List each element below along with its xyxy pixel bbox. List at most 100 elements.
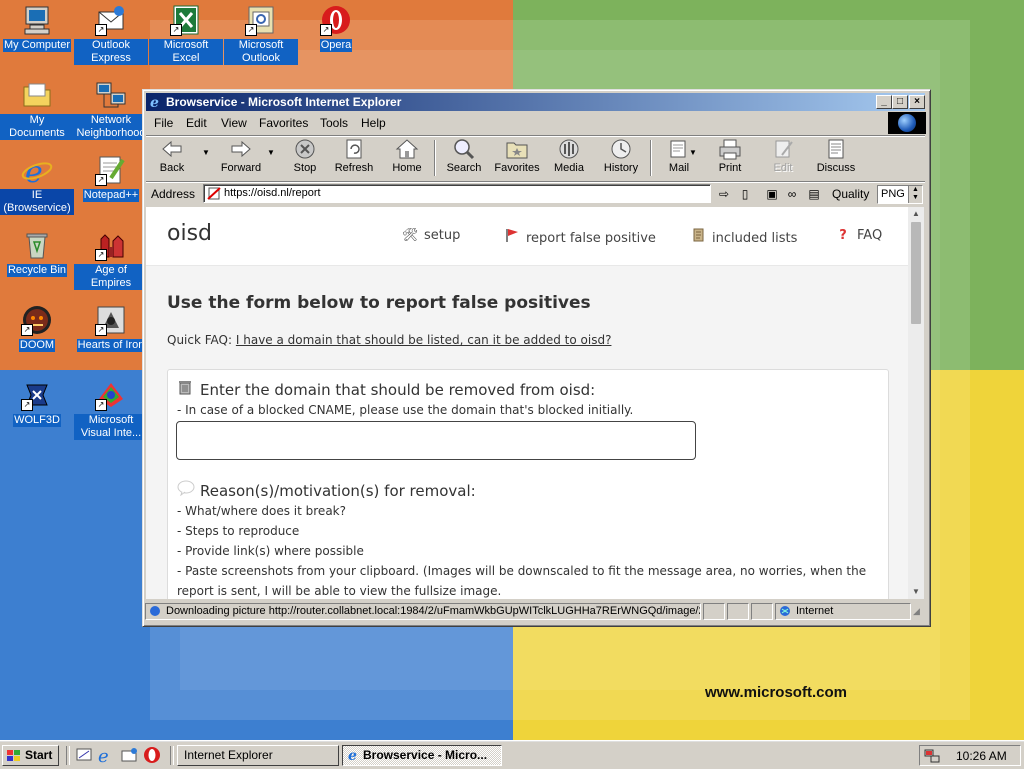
site-header: oisd 🛠 setup report false positive includ… [146, 207, 908, 266]
show-desktop-icon[interactable] [75, 746, 93, 764]
shortcut-arrow-icon: ↗ [170, 24, 182, 36]
resize-grip-icon[interactable]: ◢ [913, 606, 920, 617]
desktop-icon-notepad-plus-plus[interactable]: ↗ Notepad++ [74, 154, 148, 202]
shortcut-arrow-icon: ↗ [95, 324, 107, 336]
desktop-icon-label: Outlook Express [74, 39, 148, 65]
home-button[interactable]: Home [390, 138, 424, 178]
scroll-up-icon[interactable]: ▲ [908, 207, 924, 221]
minimize-button[interactable]: _ [876, 95, 892, 109]
desktop-icon-age-of-empires[interactable]: ↗ Age of Empires [74, 229, 148, 290]
folder-icon [21, 79, 53, 111]
svg-text:e: e [98, 746, 109, 764]
security-zone-cell: Internet [775, 603, 911, 620]
opera-quicklaunch-icon[interactable] [143, 746, 161, 764]
nav-report-false-positive[interactable]: report false positive [504, 228, 656, 246]
clock[interactable]: 10:26 AM [956, 749, 1007, 763]
desktop-icon-label: IE (Browservice) [0, 189, 74, 215]
desktop-icon-label: DOOM [18, 339, 56, 352]
quality-select[interactable]: PNG ▲ ▼ [877, 185, 923, 204]
outlook-icon: ↗ [245, 4, 277, 36]
taskbar-button-browservice[interactable]: e Browservice - Micro... [342, 745, 502, 766]
mail-button[interactable]: Mail [662, 138, 696, 178]
print-button[interactable]: Print [714, 138, 746, 178]
desktop-icon-ie-browservice[interactable]: e IE (Browservice) [0, 154, 74, 215]
go-arrow-icon[interactable]: ⇨ [716, 186, 732, 202]
maximize-button[interactable]: □ [892, 95, 908, 109]
search-button[interactable]: Search [444, 138, 484, 178]
site-logo[interactable]: oisd [167, 221, 212, 246]
visual-interdev-icon: ↗ [95, 379, 127, 411]
scroll-down-icon[interactable]: ▼ [908, 585, 924, 599]
window-title: Browservice - Microsoft Internet Explore… [166, 95, 402, 109]
desktop-icon-visual-interdev[interactable]: ↗ Microsoft Visual Inte... [74, 379, 148, 440]
toolbar-separator [650, 140, 652, 176]
window-titlebar[interactable]: e Browservice - Microsoft Internet Explo… [146, 93, 925, 111]
favorites-button[interactable]: Favorites [491, 138, 543, 178]
quality-value: PNG [881, 188, 905, 200]
start-button[interactable]: Start [2, 745, 59, 766]
desktop-icon-hearts-of-iron[interactable]: ↗ Hearts of Iron [74, 304, 148, 352]
desktop-icon-outlook[interactable]: ↗ Microsoft Outlook [224, 4, 298, 65]
desktop-icon-doom[interactable]: ↗ DOOM [0, 304, 74, 352]
domain-input[interactable] [176, 421, 696, 460]
status-cell [703, 603, 725, 620]
question-icon: ? [839, 228, 847, 243]
scroll-thumb[interactable] [911, 222, 921, 324]
edit-button[interactable]: Edit [766, 138, 800, 178]
find-binoculars-icon[interactable]: ∞ [784, 186, 800, 202]
page-viewport: oisd 🛠 setup report false positive includ… [146, 207, 908, 599]
nav-faq[interactable]: ? FAQ [835, 228, 882, 243]
menu-favorites[interactable]: Favorites [259, 116, 308, 130]
recycle-bin-icon [21, 229, 53, 261]
discuss-button[interactable]: Discuss [814, 138, 858, 178]
outlook-express-quicklaunch-icon[interactable] [120, 746, 138, 764]
mail-dropdown-icon[interactable]: ▼ [689, 148, 697, 157]
back-dropdown-icon[interactable]: ▼ [202, 148, 210, 157]
shortcut-arrow-icon: ↗ [95, 24, 107, 36]
broken-page-icon [207, 187, 221, 200]
menu-help[interactable]: Help [361, 116, 386, 130]
media-button[interactable]: Media [550, 138, 588, 178]
nav-included-lists[interactable]: included lists [690, 228, 797, 246]
shortcut-arrow-icon: ↗ [95, 399, 107, 411]
ie-quicklaunch-icon[interactable]: e [97, 746, 115, 767]
stop-icon [290, 138, 320, 160]
menu-edit[interactable]: Edit [186, 116, 207, 130]
address-input[interactable]: https://oisd.nl/report [203, 184, 711, 203]
desktop-icon-label: Microsoft Visual Inte... [74, 414, 148, 440]
forward-button[interactable]: Forward [216, 138, 266, 178]
windows-logo-icon [7, 749, 21, 761]
menu-file[interactable]: File [154, 116, 173, 130]
home-icon [392, 138, 422, 160]
quick-faq-link[interactable]: I have a domain that should be listed, c… [236, 333, 612, 347]
menu-tools[interactable]: Tools [320, 116, 348, 130]
desktop-icon-my-documents[interactable]: My Documents [0, 79, 74, 140]
menu-view[interactable]: View [221, 116, 247, 130]
clipboard-icon[interactable]: ▤ [806, 186, 822, 202]
desktop-icon-outlook-express[interactable]: ↗ Outlook Express [74, 4, 148, 65]
forward-dropdown-icon[interactable]: ▼ [267, 148, 275, 157]
reason-note: report is sent, I will be able to view t… [177, 584, 502, 598]
desktop-icon-opera[interactable]: ↗ Opera [299, 4, 373, 52]
desktop-icon-network[interactable]: Network Neighborhood [74, 79, 148, 140]
stop-button[interactable]: Stop [286, 138, 324, 178]
close-button[interactable]: × [909, 95, 925, 109]
vertical-scrollbar[interactable]: ▲ ▼ [908, 207, 924, 599]
desktop-icon-recycle-bin[interactable]: Recycle Bin [0, 229, 74, 277]
save-icon[interactable]: ▣ [764, 186, 780, 202]
history-button[interactable]: History [600, 138, 642, 178]
scroll-icon [690, 228, 706, 246]
desktop-icon-my-computer[interactable]: My Computer [0, 4, 74, 52]
network-tray-icon[interactable] [924, 748, 940, 767]
refresh-button[interactable]: Refresh [332, 138, 376, 178]
ie-taskbar-icon: e [347, 748, 361, 765]
desktop-icon-label: Microsoft Outlook [224, 39, 298, 65]
back-button[interactable]: Back [152, 138, 192, 178]
bookmark-icon[interactable]: ▯ [737, 186, 753, 202]
windows-globe-icon [898, 114, 916, 132]
taskbar-button-internet-explorer[interactable]: Internet Explorer [177, 745, 339, 766]
desktop-icon-wolf3d[interactable]: ↗ WOLF3D [0, 379, 74, 427]
quality-spinner-icon[interactable]: ▲ ▼ [908, 186, 922, 203]
nav-setup[interactable]: 🛠 setup [402, 228, 460, 243]
desktop-icon-excel[interactable]: ↗ Microsoft Excel [149, 4, 223, 65]
